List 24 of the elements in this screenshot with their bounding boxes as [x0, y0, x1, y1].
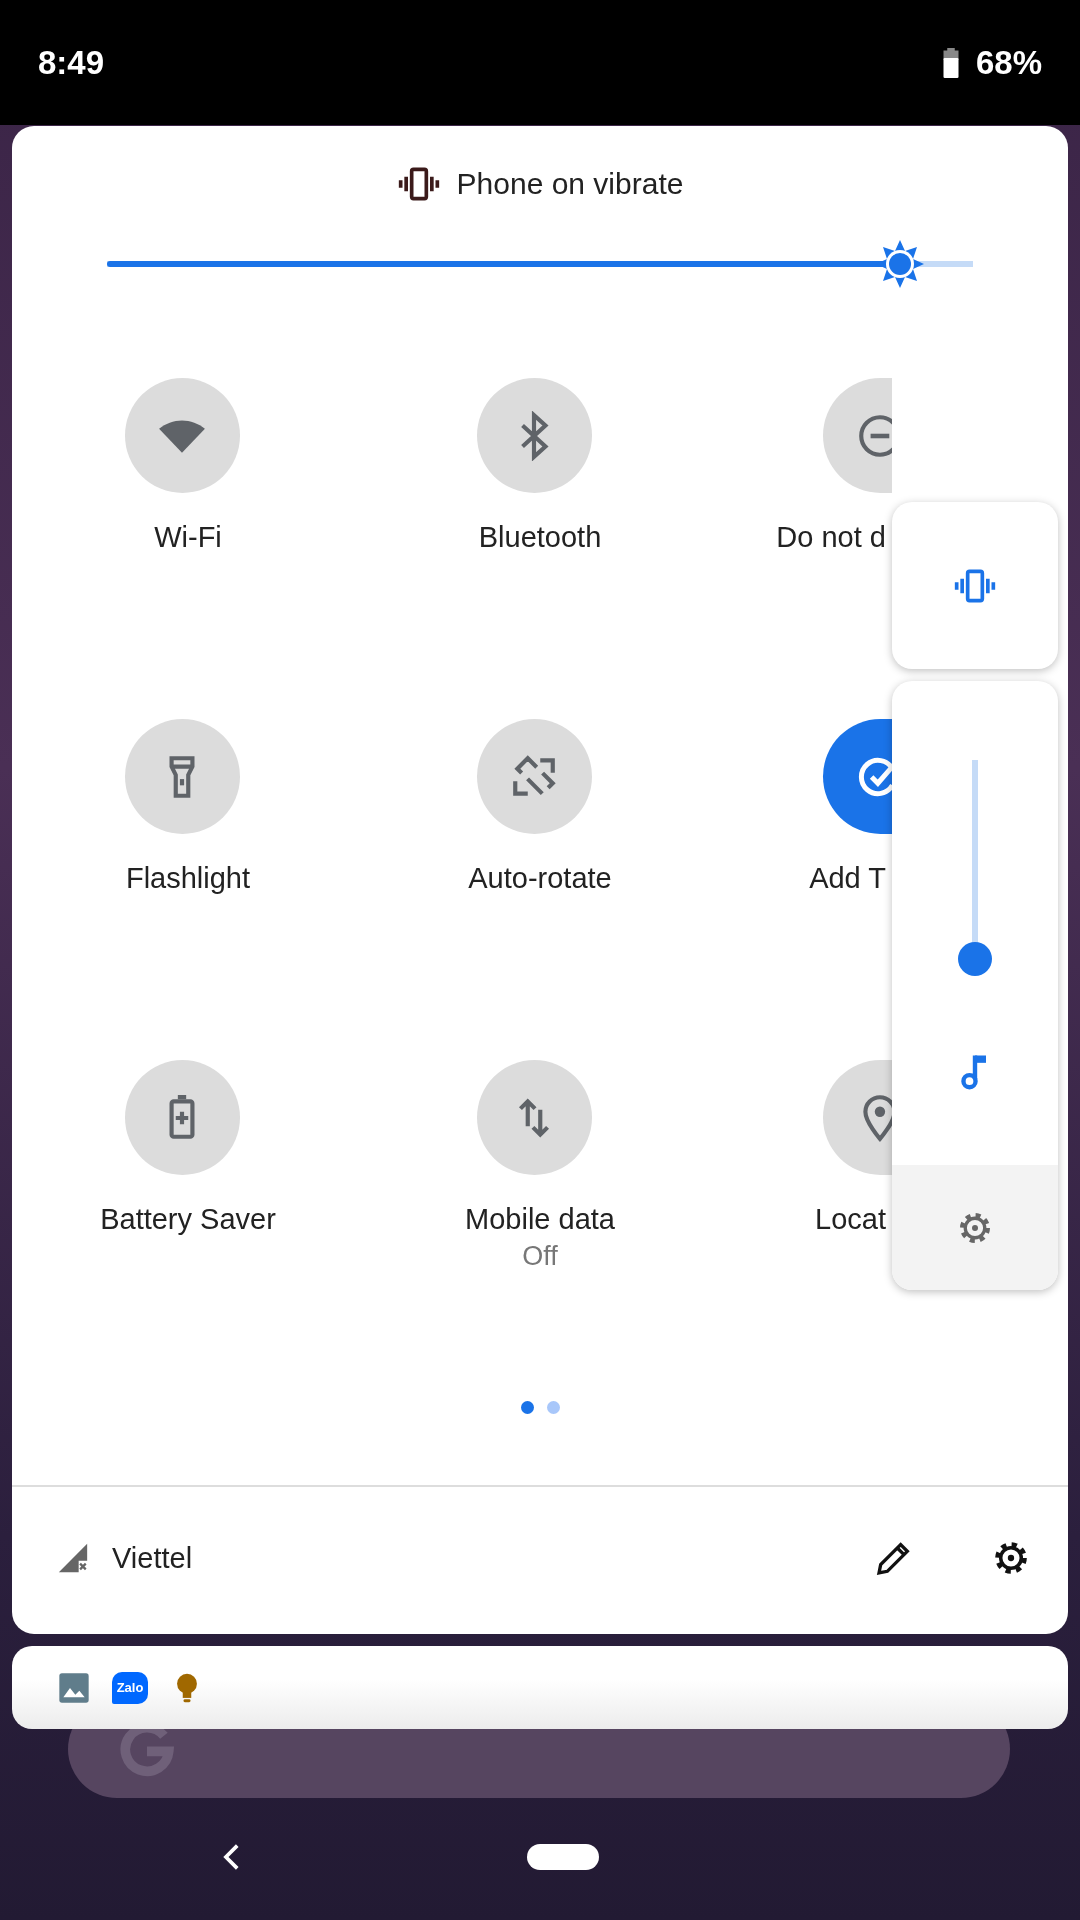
notification-card[interactable]: Zalo: [12, 1646, 1068, 1729]
picture-icon: [58, 1671, 90, 1704]
home-button[interactable]: [527, 1844, 599, 1870]
tile-label: Battery Saver: [100, 1202, 276, 1237]
volume-thumb[interactable]: [958, 942, 992, 976]
tile-label: Mobile data: [465, 1202, 615, 1237]
page-dot[interactable]: [546, 1401, 560, 1414]
clock: 8:49: [38, 43, 105, 82]
battery-percent: 68%: [975, 43, 1042, 82]
no-signal-icon: [56, 1541, 90, 1575]
chat-app-icon[interactable]: Zalo: [112, 1671, 148, 1704]
settings-button[interactable]: [992, 1539, 1030, 1577]
tile-label: Auto-rotate: [468, 861, 612, 896]
tile-label: Flashlight: [125, 861, 251, 896]
tile-label: Wi-Fi: [154, 520, 222, 555]
tile-label: Add T: [809, 861, 886, 896]
tile-status: Off: [522, 1241, 558, 1272]
carrier-name: Viettel: [112, 1541, 194, 1575]
settings-icon: [992, 1539, 1030, 1577]
ringer-status: Phone on vibrate: [456, 167, 684, 201]
tile-label: Bluetooth: [478, 520, 602, 555]
tile-label: Do not d: [776, 520, 886, 555]
page-dot[interactable]: [520, 1401, 534, 1414]
tile-label: Locat: [815, 1202, 886, 1237]
